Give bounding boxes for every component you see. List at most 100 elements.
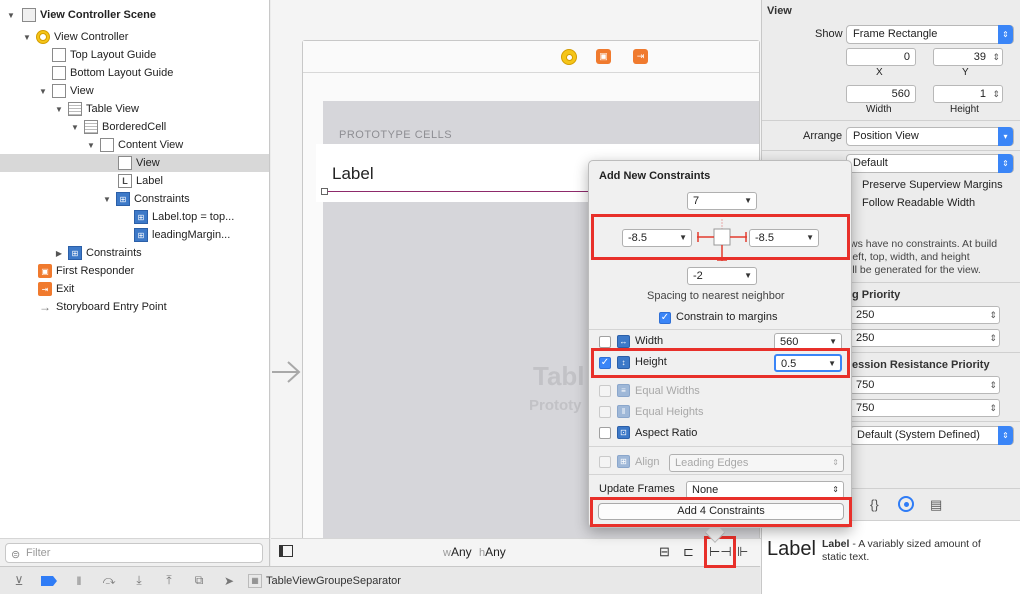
resolve-issues-icon[interactable]: ⊩ xyxy=(737,544,748,560)
width-label: Width xyxy=(866,104,892,115)
equal-widths-label: Equal Widths xyxy=(635,385,700,397)
disclosure-expanded-icon[interactable]: ▼ xyxy=(38,87,48,96)
width-checkbox[interactable] xyxy=(599,336,611,348)
compression-horizontal-field[interactable]: 750 ⇕ xyxy=(850,376,1000,394)
step-out-icon[interactable]: ⤒ xyxy=(158,572,180,590)
outline-row-label-item[interactable]: L Label xyxy=(0,172,269,190)
align-checkbox[interactable] xyxy=(599,456,611,468)
arrange-label: Arrange xyxy=(803,130,843,142)
layout-margins-select[interactable]: Default ⇕ xyxy=(846,154,1014,173)
library-item[interactable]: Label Label - A variably sized amount of… xyxy=(762,521,1020,594)
stepper-icon[interactable]: ⇕ xyxy=(989,377,997,393)
width-field[interactable]: 560 xyxy=(846,85,916,103)
debug-breadcrumb[interactable]: TableViewGroupeSeparator xyxy=(266,575,401,587)
cell-label[interactable]: Label xyxy=(332,164,374,184)
align-select[interactable]: Leading Edges ⇕ xyxy=(669,454,844,472)
outline-row-table-view[interactable]: ▼ Table View xyxy=(0,100,269,118)
code-snippet-tab-icon[interactable]: {} xyxy=(870,497,879,512)
toggle-outline-icon[interactable] xyxy=(279,545,293,557)
disclosure-expanded-icon[interactable]: ▼ xyxy=(6,11,16,20)
view-controller-dock-icon[interactable] xyxy=(561,49,577,65)
size-class-control[interactable]: wAny hAny xyxy=(443,545,506,559)
arrange-select[interactable]: Position View ▾ xyxy=(846,127,1014,146)
hugging-vertical-field[interactable]: 250 ⇕ xyxy=(850,329,1000,347)
filter-input[interactable]: ⊜ Filter xyxy=(5,543,263,563)
compression-vertical-field[interactable]: 750 ⇕ xyxy=(850,399,1000,417)
chevron-updown-icon[interactable]: ⇕ xyxy=(832,455,839,471)
intrinsic-size-select[interactable]: Default (System Defined) ⇕ xyxy=(850,426,1014,445)
step-into-icon[interactable]: ⤓ xyxy=(128,572,150,590)
constrain-margins-label[interactable]: Constrain to margins xyxy=(676,311,778,323)
height-field[interactable]: 1 ⇕ xyxy=(933,85,1003,103)
chevron-updown-icon: ⇕ xyxy=(998,25,1013,44)
outline-row-exit[interactable]: ⇥ Exit xyxy=(0,280,269,298)
top-spacing-combo[interactable]: 7 ▼ xyxy=(687,192,757,210)
outline-row-top-layout-guide[interactable]: Top Layout Guide xyxy=(0,46,269,64)
follow-readable-label[interactable]: Follow Readable Width xyxy=(862,197,975,209)
table-view-placeholder-subtitle: Prototy xyxy=(529,397,582,414)
outline-row-bottom-layout-guide[interactable]: Bottom Layout Guide xyxy=(0,64,269,82)
x-label: X xyxy=(876,67,883,78)
y-field[interactable]: 39 ⇕ xyxy=(933,48,1003,66)
step-over-icon[interactable]: ⤼ xyxy=(98,572,120,590)
object-library-tab-icon[interactable] xyxy=(898,496,914,512)
stepper-icon[interactable]: ⇕ xyxy=(992,86,1000,102)
outline-row-label: Constraints xyxy=(134,193,190,205)
hide-debug-area-icon[interactable]: ⊻ xyxy=(8,572,30,590)
table-view-icon xyxy=(68,102,82,116)
first-responder-icon: ▣ xyxy=(38,264,52,278)
pause-icon[interactable]: ‖ xyxy=(68,572,90,590)
constraint-icon: ⊞ xyxy=(134,210,148,224)
entry-point-arrow-icon[interactable] xyxy=(270,356,302,388)
align-icon[interactable]: ⊏ xyxy=(683,544,694,560)
bottom-spacing-combo[interactable]: -2 ▼ xyxy=(687,267,757,285)
equal-heights-icon: ‖ xyxy=(617,405,630,418)
outline-row-entry-point[interactable]: → Storyboard Entry Point xyxy=(0,298,269,316)
stepper-icon[interactable]: ⇕ xyxy=(989,307,997,323)
resize-handle[interactable] xyxy=(321,188,328,195)
disclosure-collapsed-icon[interactable]: ▶ xyxy=(54,249,64,258)
x-field[interactable]: 0 xyxy=(846,48,916,66)
chevron-down-icon[interactable]: ▼ xyxy=(744,268,752,284)
hugging-horizontal-field[interactable]: 250 ⇕ xyxy=(850,306,1000,324)
aspect-ratio-checkbox[interactable] xyxy=(599,427,611,439)
outline-row-view[interactable]: ▼ View xyxy=(0,82,269,100)
outline-row-content-view[interactable]: ▼ Content View xyxy=(0,136,269,154)
disclosure-expanded-icon[interactable]: ▼ xyxy=(54,105,64,114)
chevron-down-icon[interactable]: ▼ xyxy=(744,193,752,209)
show-select[interactable]: Frame Rectangle ⇕ xyxy=(846,25,1014,44)
disclosure-expanded-icon[interactable]: ▼ xyxy=(22,33,32,42)
media-library-tab-icon[interactable]: ▤ xyxy=(930,497,942,513)
scene-dock: ▣ ⇥ xyxy=(303,41,759,73)
stepper-icon[interactable]: ⇕ xyxy=(989,400,997,416)
disclosure-expanded-icon[interactable]: ▼ xyxy=(86,141,96,150)
outline-row-label: View xyxy=(70,85,94,97)
hugging-priority-header: g Priority xyxy=(852,289,901,301)
outline-row-view-controller[interactable]: ▼ View Controller xyxy=(0,28,269,46)
disclosure-expanded-icon[interactable]: ▼ xyxy=(102,195,112,204)
outline-row-scene[interactable]: ▼ View Controller Scene xyxy=(0,6,269,24)
equal-widths-checkbox[interactable] xyxy=(599,385,611,397)
outline-row-outer-constraints[interactable]: ▶ ⊞ Constraints xyxy=(0,244,269,262)
chevron-updown-icon[interactable]: ⇕ xyxy=(832,482,839,498)
outline-row-bordered-cell[interactable]: ▼ BorderedCell xyxy=(0,118,269,136)
outline-row-constraint-leading[interactable]: ⊞ leadingMargin... xyxy=(0,226,269,244)
outline-row-inner-view[interactable]: View xyxy=(0,154,269,172)
outline-row-first-responder[interactable]: ▣ First Responder xyxy=(0,262,269,280)
breakpoints-toggle-icon[interactable] xyxy=(38,572,60,590)
first-responder-dock-icon[interactable]: ▣ xyxy=(596,49,611,64)
exit-dock-icon[interactable]: ⇥ xyxy=(633,49,648,64)
outline-row-inner-constraints[interactable]: ▼ ⊞ Constraints xyxy=(0,190,269,208)
stepper-icon[interactable]: ⇕ xyxy=(989,330,997,346)
view-debugger-icon[interactable]: ⧉ xyxy=(188,572,210,590)
equal-heights-checkbox[interactable] xyxy=(599,406,611,418)
outline-row-constraint-top[interactable]: ⊞ Label.top = top... xyxy=(0,208,269,226)
entry-arrow-icon: → xyxy=(39,300,51,314)
constrain-margins-checkbox[interactable]: ✓ xyxy=(659,312,671,324)
location-icon[interactable]: ➤ xyxy=(218,572,240,590)
disclosure-expanded-icon[interactable]: ▼ xyxy=(70,123,80,132)
outline-row-label: Storyboard Entry Point xyxy=(56,301,167,313)
stack-view-icon[interactable]: ⊟ xyxy=(659,544,670,560)
preserve-margins-label[interactable]: Preserve Superview Margins xyxy=(862,179,1003,191)
stepper-icon[interactable]: ⇕ xyxy=(992,49,1000,65)
